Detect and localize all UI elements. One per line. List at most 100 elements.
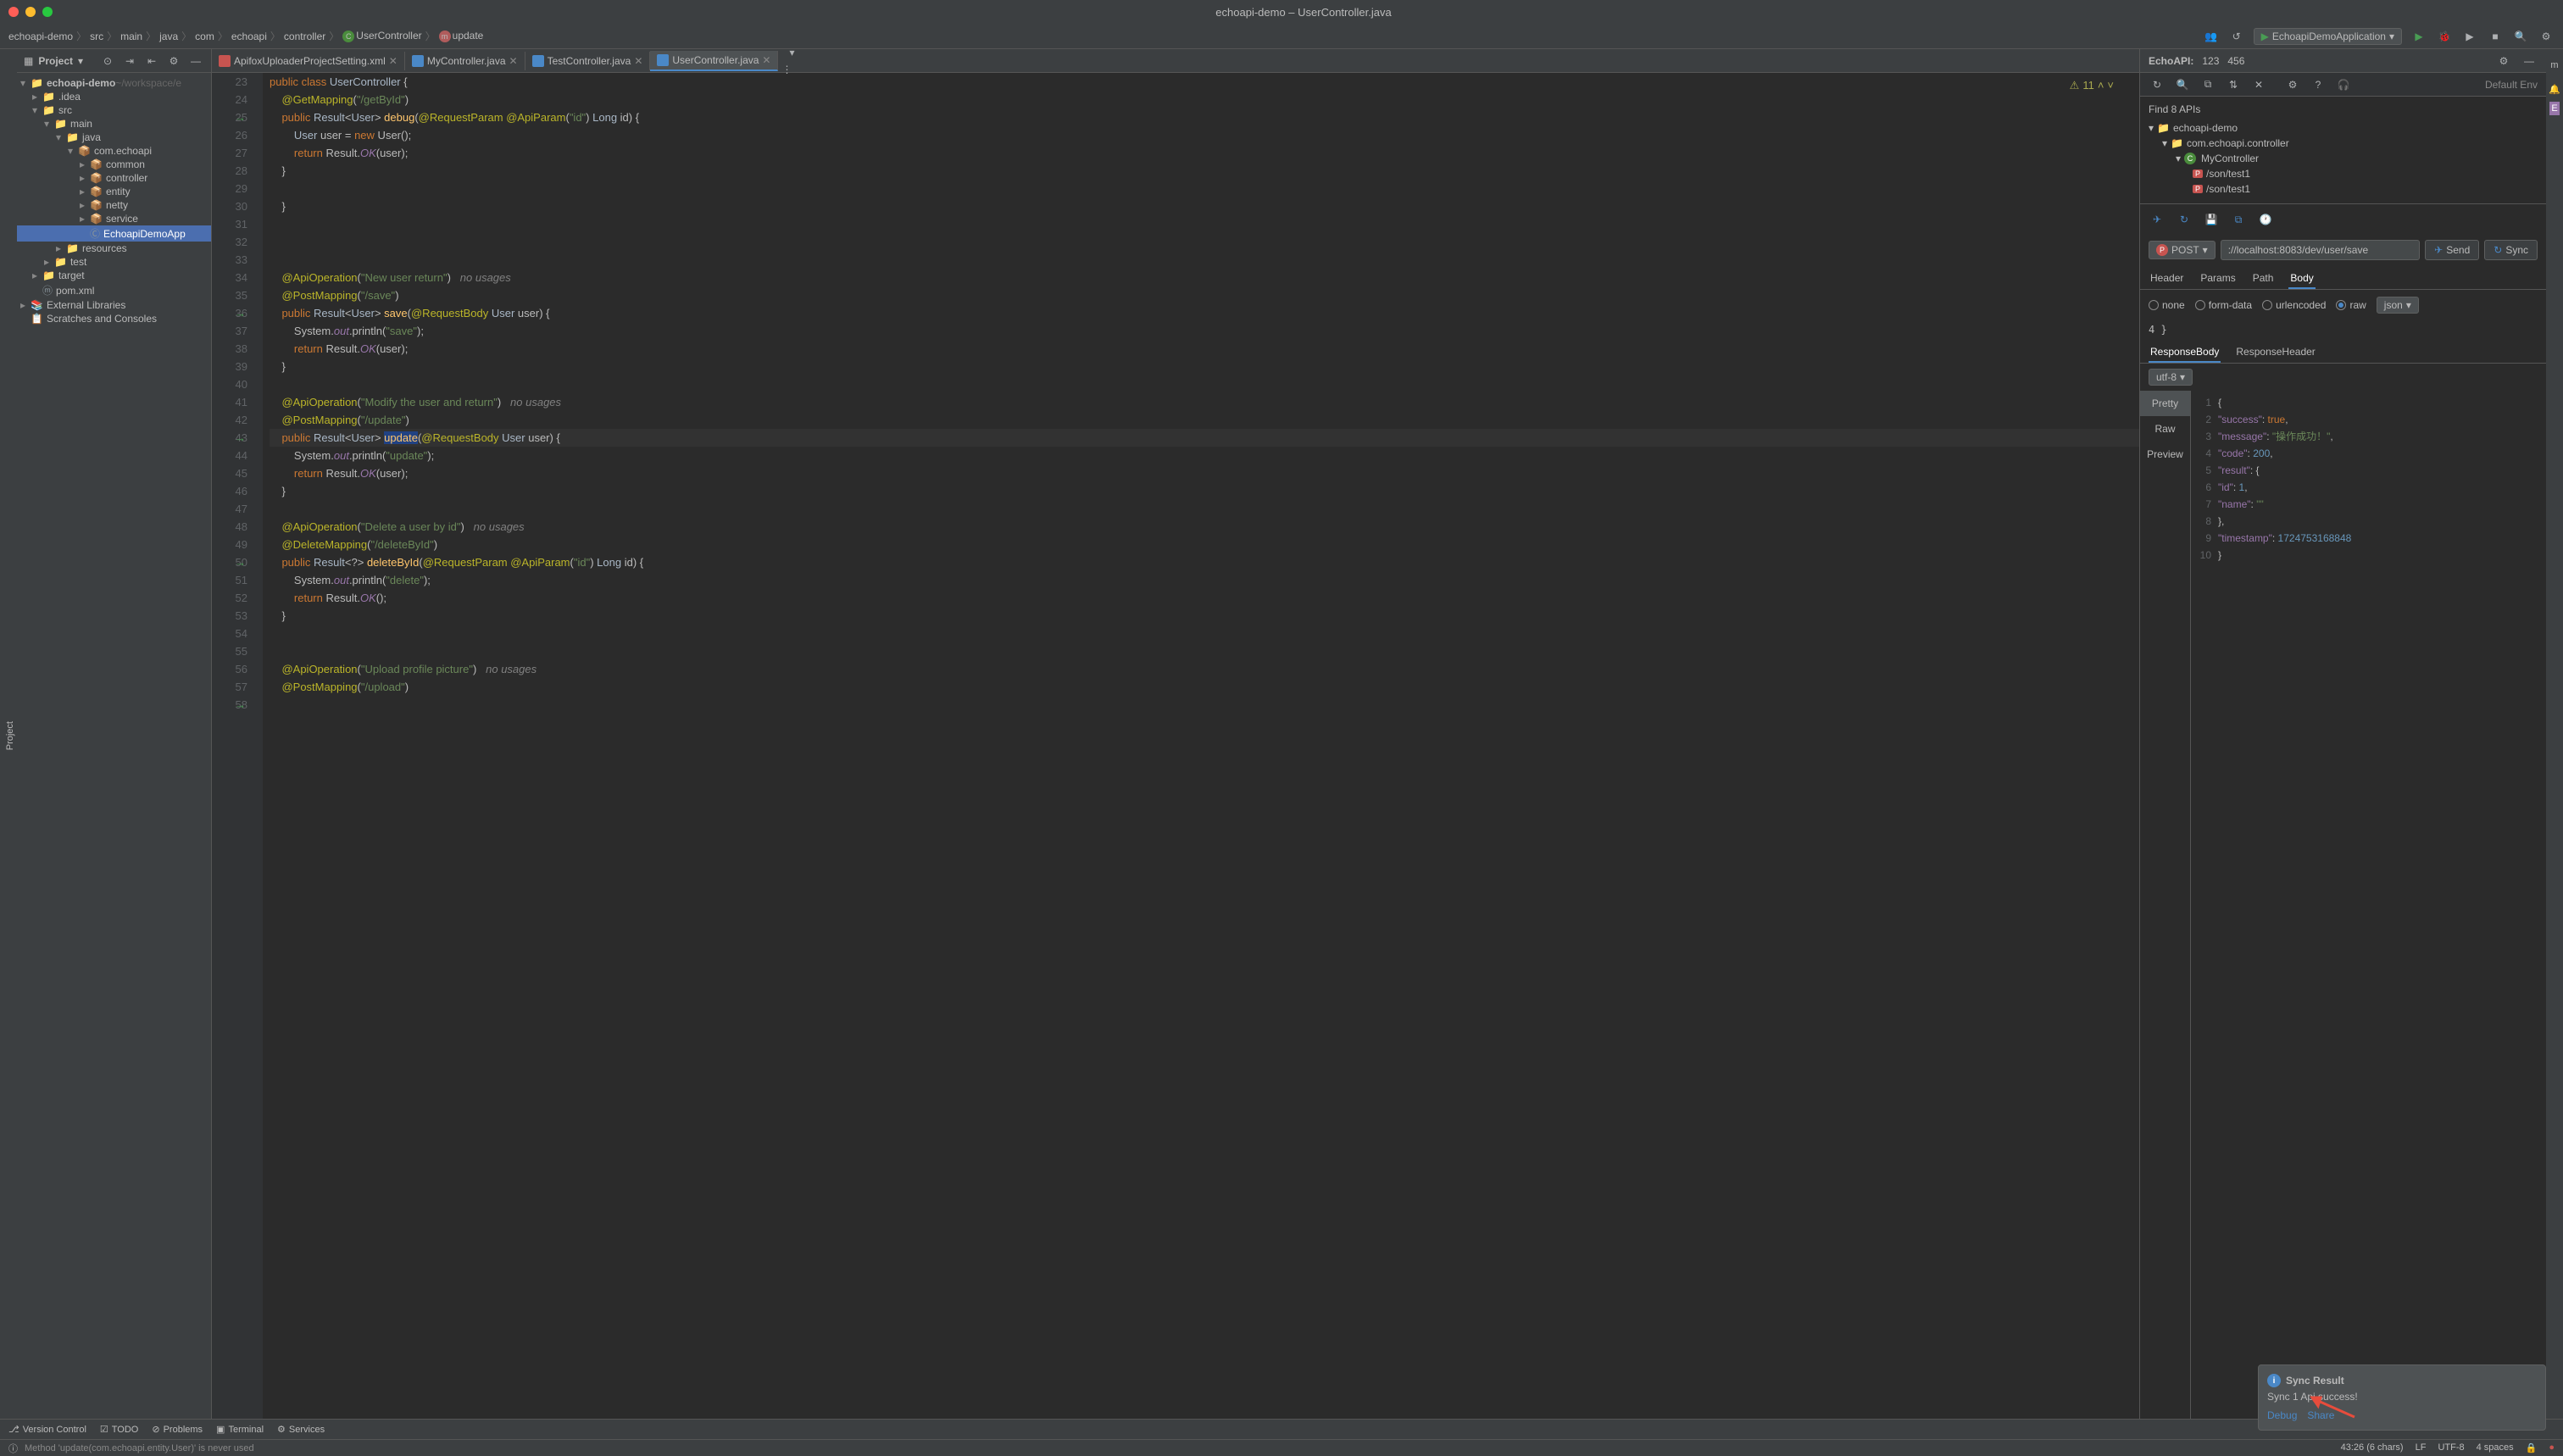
- breadcrumb-item[interactable]: com: [195, 31, 214, 42]
- tree-item[interactable]: ▸📦entity: [17, 185, 211, 198]
- run-config-select[interactable]: ▶ EchoapiDemoApplication ▾: [2254, 28, 2402, 45]
- api-tree[interactable]: Find 8 APIs ▾📁echoapi-demo▾📁com.echoapi.…: [2140, 97, 2546, 204]
- editor-body[interactable]: ⚠ 11 ˄ ˅ 232425→2627282930313233343536→3…: [212, 73, 2139, 1419]
- bottom-tab-version-control[interactable]: ⎇Version Control: [8, 1424, 86, 1435]
- editor-tab[interactable]: MyController.java✕: [405, 52, 525, 70]
- breadcrumb-item[interactable]: echoapi: [231, 31, 267, 42]
- run-button[interactable]: ▶: [2410, 28, 2427, 45]
- project-tree[interactable]: ▾📁echoapi-demo ~/workspace/e▸📁.idea▾📁src…: [17, 73, 211, 1419]
- sync-icon[interactable]: ↺: [2228, 28, 2245, 45]
- method-select[interactable]: P POST ▾: [2149, 241, 2216, 259]
- tree-item[interactable]: ▾📁echoapi-demo ~/workspace/e: [17, 76, 211, 90]
- body-type-none[interactable]: none: [2149, 299, 2185, 311]
- body-format-select[interactable]: json▾: [2377, 297, 2419, 314]
- tree-item[interactable]: 📋Scratches and Consoles: [17, 312, 211, 325]
- panel-settings-icon[interactable]: ⚙: [165, 53, 182, 69]
- search-api-icon[interactable]: 🔍: [2174, 76, 2191, 93]
- echo-hide-icon[interactable]: —: [2521, 53, 2538, 69]
- api-tree-item[interactable]: ▾📁echoapi-demo: [2149, 120, 2538, 136]
- tree-item[interactable]: ▸📦netty: [17, 198, 211, 212]
- maximize-window[interactable]: [42, 7, 53, 17]
- env-select[interactable]: Default Env: [2485, 79, 2538, 91]
- help-icon[interactable]: ?: [2310, 76, 2327, 93]
- send-icon[interactable]: ✈: [2149, 211, 2165, 228]
- tree-item[interactable]: ▸📚External Libraries: [17, 298, 211, 312]
- view-tab-pretty[interactable]: Pretty: [2140, 391, 2190, 416]
- line-ending[interactable]: LF: [2416, 1442, 2427, 1453]
- lock-icon[interactable]: 🔒: [2526, 1442, 2538, 1453]
- reload-icon[interactable]: ↻: [2176, 211, 2193, 228]
- tree-item[interactable]: ▸📦common: [17, 158, 211, 171]
- tree-item[interactable]: ⒸEchoapiDemoApp: [17, 225, 211, 242]
- api-tree-item[interactable]: P/son/test1: [2149, 181, 2538, 197]
- request-tab-body[interactable]: Body: [2288, 269, 2315, 289]
- project-tab[interactable]: Project: [3, 714, 17, 757]
- editor-tab[interactable]: UserController.java✕: [650, 51, 778, 71]
- debug-link[interactable]: Debug: [2267, 1409, 2297, 1419]
- cursor-position[interactable]: 43:26 (6 chars): [2341, 1442, 2404, 1453]
- prev-warning-icon[interactable]: ˄: [2098, 76, 2104, 94]
- refresh-icon[interactable]: ↻: [2149, 76, 2165, 93]
- tab-close-icon[interactable]: ✕: [389, 55, 398, 67]
- error-icon[interactable]: ●: [2549, 1442, 2555, 1453]
- breadcrumb-item[interactable]: controller: [284, 31, 325, 42]
- hide-panel-icon[interactable]: —: [187, 53, 204, 69]
- echo-settings-icon[interactable]: ⚙: [2495, 53, 2512, 69]
- bottom-tab-todo[interactable]: ☑TODO: [100, 1424, 138, 1435]
- breadcrumb-item[interactable]: CUserController: [342, 30, 421, 42]
- bottom-tab-services[interactable]: ⚙Services: [277, 1424, 325, 1435]
- tree-item[interactable]: ▾📁java: [17, 131, 211, 144]
- search-icon[interactable]: 🔍: [2512, 28, 2529, 45]
- copy-icon[interactable]: ⧉: [2230, 211, 2247, 228]
- breadcrumb-item[interactable]: mupdate: [439, 30, 484, 42]
- api-tree-item[interactable]: ▾CMyController: [2149, 151, 2538, 166]
- breadcrumb-item[interactable]: echoapi-demo: [8, 31, 73, 42]
- warning-badge[interactable]: ⚠ 11 ˄ ˅: [2070, 76, 2114, 94]
- filter-icon[interactable]: ⧉: [2199, 76, 2216, 93]
- maven-tab[interactable]: m: [2549, 53, 2560, 77]
- tab-close-icon[interactable]: ✕: [509, 55, 518, 67]
- breadcrumb-item[interactable]: main: [120, 31, 142, 42]
- settings-icon[interactable]: ⚙: [2538, 28, 2555, 45]
- bottom-tab-terminal[interactable]: ▣Terminal: [216, 1424, 264, 1435]
- tree-item[interactable]: ▸📦controller: [17, 171, 211, 185]
- notifications-tab[interactable]: 🔔: [2547, 77, 2562, 102]
- breadcrumb-item[interactable]: java: [159, 31, 178, 42]
- encoding-select[interactable]: utf-8▾: [2149, 369, 2193, 386]
- sync-button[interactable]: ↻Sync: [2484, 240, 2538, 260]
- response-tab[interactable]: ResponseBody: [2149, 342, 2221, 363]
- expand-icon[interactable]: ⇥: [121, 53, 138, 69]
- select-opened-icon[interactable]: ⊙: [99, 53, 116, 69]
- close-icon[interactable]: ✕: [2250, 76, 2267, 93]
- api-tree-item[interactable]: P/son/test1: [2149, 166, 2538, 181]
- echoapi-tab[interactable]: E: [2549, 102, 2559, 115]
- send-button[interactable]: ✈Send: [2425, 240, 2479, 260]
- body-editor[interactable]: 4 }: [2140, 320, 2546, 339]
- body-type-urlencoded[interactable]: urlencoded: [2262, 299, 2326, 311]
- save-icon[interactable]: 💾: [2203, 211, 2220, 228]
- tab-close-icon[interactable]: ✕: [634, 55, 642, 67]
- response-content[interactable]: 1{2 "success": true,3 "message": "操作成功！"…: [2191, 391, 2546, 1419]
- gear-icon[interactable]: ⚙: [2284, 76, 2301, 93]
- tab-close-icon[interactable]: ✕: [762, 54, 770, 66]
- request-tab-header[interactable]: Header: [2149, 269, 2185, 289]
- headphone-icon[interactable]: 🎧: [2335, 76, 2352, 93]
- view-tab-preview[interactable]: Preview: [2140, 442, 2190, 467]
- updown-icon[interactable]: ⇅: [2225, 76, 2242, 93]
- tree-item[interactable]: ▾📦com.echoapi: [17, 144, 211, 158]
- tree-item[interactable]: ▸📁.idea: [17, 90, 211, 103]
- breadcrumb[interactable]: echoapi-demo〉src〉main〉java〉com〉echoapi〉c…: [8, 29, 2203, 43]
- tree-item[interactable]: ▸📦service: [17, 212, 211, 225]
- editor-tab[interactable]: ApifoxUploaderProjectSetting.xml✕: [212, 52, 405, 70]
- request-tab-path[interactable]: Path: [2251, 269, 2276, 289]
- file-encoding[interactable]: UTF-8: [2438, 1442, 2464, 1453]
- body-type-form-data[interactable]: form-data: [2195, 299, 2252, 311]
- stop-button[interactable]: ■: [2487, 28, 2504, 45]
- indent-setting[interactable]: 4 spaces: [2477, 1442, 2514, 1453]
- tab-dropdown-icon[interactable]: ▾: [783, 49, 800, 61]
- bottom-tab-problems[interactable]: ⊘Problems: [152, 1424, 203, 1435]
- tree-item[interactable]: ▸📁test: [17, 255, 211, 269]
- coverage-button[interactable]: ▶: [2461, 28, 2478, 45]
- next-warning-icon[interactable]: ˅: [2107, 76, 2114, 94]
- tree-item[interactable]: ▸📁resources: [17, 242, 211, 255]
